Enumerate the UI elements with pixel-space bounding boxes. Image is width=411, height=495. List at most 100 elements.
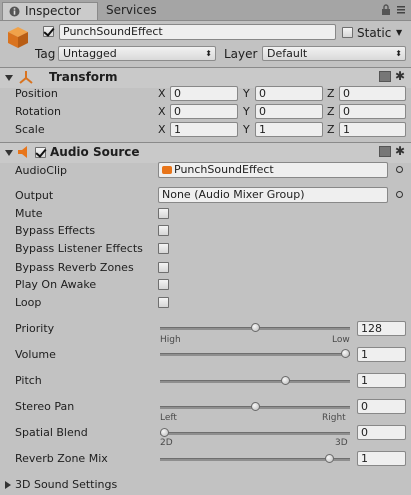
volume-field[interactable]: 1 (357, 347, 406, 362)
stereo-pan-field[interactable]: 0 (357, 399, 406, 414)
scale-y-field[interactable]: 1 (255, 122, 323, 137)
bypass-listener-effects-label: Bypass Listener Effects (15, 242, 143, 255)
tab-inspector[interactable]: Inspector (2, 2, 98, 20)
tag-value: Untagged (63, 47, 117, 60)
priority-label: Priority (15, 322, 55, 335)
output-field[interactable]: None (Audio Mixer Group) (158, 187, 388, 203)
object-picker-icon[interactable] (396, 191, 403, 198)
priority-max-label: Low (332, 335, 350, 345)
play-on-awake-checkbox[interactable] (158, 279, 169, 290)
loop-label: Loop (15, 296, 42, 309)
play-on-awake-label: Play On Awake (15, 278, 97, 291)
position-x-axis[interactable]: X (158, 87, 166, 100)
stereo-pan-min-label: Left (160, 413, 177, 423)
scale-x-axis[interactable]: X (158, 123, 166, 136)
audioclip-field[interactable]: PunchSoundEffect (158, 162, 388, 178)
object-picker-icon[interactable] (396, 166, 403, 173)
mute-label: Mute (15, 207, 43, 220)
book-help-icon[interactable] (379, 146, 391, 157)
rotation-z-axis[interactable]: Z (327, 105, 335, 118)
position-z-axis[interactable]: Z (327, 87, 335, 100)
foldout-expanded-icon[interactable] (5, 75, 13, 81)
static-dropdown-arrow-icon[interactable]: ▼ (396, 28, 402, 37)
chevron-down-icon: ⬍ (395, 49, 402, 58)
audio-source-enabled-checkbox[interactable] (35, 147, 46, 158)
tab-label: Services (106, 3, 157, 17)
audio-source-title: Audio Source (50, 145, 140, 159)
bypass-reverb-zones-label: Bypass Reverb Zones (15, 261, 134, 274)
priority-slider-thumb[interactable] (250, 323, 260, 332)
pitch-field[interactable]: 1 (357, 373, 406, 388)
position-label: Position (15, 87, 58, 100)
reverb-zone-mix-slider-track[interactable] (160, 458, 350, 461)
volume-slider-thumb[interactable] (341, 349, 350, 358)
spatial-blend-field[interactable]: 0 (357, 425, 406, 440)
volume-slider-track[interactable] (160, 353, 350, 356)
stereo-pan-slider-thumb[interactable] (250, 402, 260, 411)
priority-min-label: High (160, 335, 181, 345)
speaker-icon (18, 146, 27, 158)
info-icon (9, 6, 20, 17)
tab-services[interactable]: Services (100, 2, 170, 20)
audioclip-value: PunchSoundEffect (174, 163, 274, 176)
audioclip-label: AudioClip (15, 164, 68, 177)
priority-field[interactable]: 128 (357, 321, 406, 336)
spatial-blend-min-label: 2D (160, 438, 173, 448)
position-x-field[interactable]: 0 (170, 86, 238, 101)
spatial-blend-max-label: 3D (335, 438, 348, 448)
scale-z-axis[interactable]: Z (327, 123, 335, 136)
scale-y-axis[interactable]: Y (243, 123, 250, 136)
spatial-blend-label: Spatial Blend (15, 426, 88, 439)
transform-axes-icon (19, 71, 33, 84)
foldout-expanded-icon[interactable] (5, 150, 13, 156)
reverb-zone-mix-slider-thumb[interactable] (324, 454, 334, 463)
tab-label: Inspector (25, 4, 81, 18)
gear-icon[interactable]: ✱ (395, 145, 405, 157)
transform-title: Transform (49, 70, 118, 84)
cube-icon (8, 27, 28, 48)
scale-z-field[interactable]: 1 (339, 122, 406, 137)
rotation-x-axis[interactable]: X (158, 105, 166, 118)
position-y-field[interactable]: 0 (255, 86, 323, 101)
rotation-label: Rotation (15, 105, 62, 118)
spatial-blend-slider-thumb[interactable] (160, 428, 169, 437)
layer-dropdown[interactable]: Default ⬍ (262, 46, 406, 61)
chevron-down-icon: ⬍ (205, 49, 212, 58)
reverb-zone-mix-label: Reverb Zone Mix (15, 452, 108, 465)
static-checkbox[interactable] (342, 27, 353, 38)
tag-dropdown[interactable]: Untagged ⬍ (58, 46, 216, 61)
object-name-field[interactable]: PunchSoundEffect (59, 24, 336, 40)
static-label: Static (357, 26, 392, 40)
loop-checkbox[interactable] (158, 297, 169, 308)
reverb-zone-mix-field[interactable]: 1 (357, 451, 406, 466)
rotation-y-field[interactable]: 0 (255, 104, 323, 119)
active-checkbox[interactable] (43, 26, 54, 37)
spatial-blend-slider-track[interactable] (160, 432, 350, 435)
gear-icon[interactable]: ✱ (395, 70, 405, 82)
lock-icon[interactable] (380, 4, 392, 16)
layer-label: Layer (224, 47, 258, 61)
rotation-y-axis[interactable]: Y (243, 105, 250, 118)
layer-value: Default (267, 47, 308, 60)
volume-label: Volume (15, 348, 56, 361)
audio-clip-icon (162, 166, 172, 174)
rotation-z-field[interactable]: 0 (339, 104, 406, 119)
pitch-label: Pitch (15, 374, 42, 387)
output-label: Output (15, 189, 54, 202)
menu-icon[interactable] (395, 4, 407, 16)
position-z-field[interactable]: 0 (339, 86, 406, 101)
bypass-reverb-zones-checkbox[interactable] (158, 262, 169, 273)
mute-checkbox[interactable] (158, 208, 169, 219)
pitch-slider-thumb[interactable] (281, 376, 291, 385)
foldout-collapsed-icon[interactable] (5, 481, 11, 489)
pitch-slider-track[interactable] (160, 380, 350, 383)
book-help-icon[interactable] (379, 71, 391, 82)
bypass-listener-effects-checkbox[interactable] (158, 243, 169, 254)
scale-x-field[interactable]: 1 (170, 122, 238, 137)
position-y-axis[interactable]: Y (243, 87, 250, 100)
rotation-x-field[interactable]: 0 (170, 104, 238, 119)
bypass-effects-checkbox[interactable] (158, 225, 169, 236)
stereo-pan-max-label: Right (322, 413, 346, 423)
stereo-pan-label: Stereo Pan (15, 400, 75, 413)
3d-sound-settings-foldout[interactable]: 3D Sound Settings (15, 478, 117, 491)
